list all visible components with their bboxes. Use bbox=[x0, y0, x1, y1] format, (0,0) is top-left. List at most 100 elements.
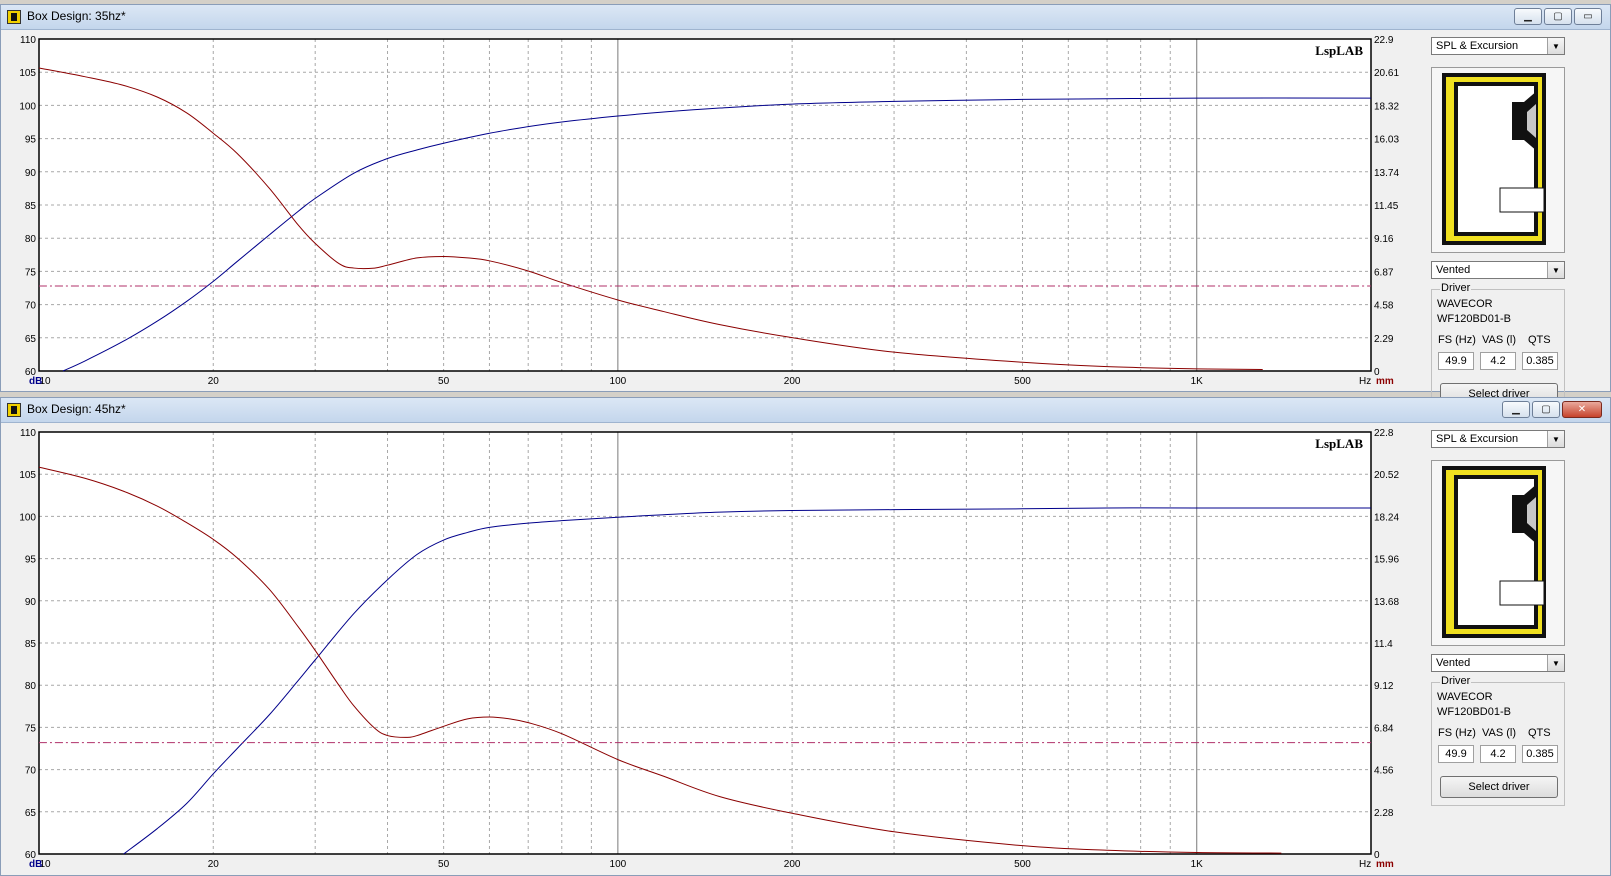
qts-header: QTS bbox=[1528, 727, 1551, 739]
y-left-tick-label: 90 bbox=[25, 597, 37, 608]
enclosure-type-value: Vented bbox=[1436, 264, 1471, 276]
minimize-button[interactable]: ▁ bbox=[1514, 8, 1542, 25]
y-right-tick-label: 2.28 bbox=[1374, 808, 1394, 819]
window-title: Box Design: 45hz* bbox=[27, 402, 126, 416]
fs-value: 49.9 bbox=[1438, 745, 1474, 763]
x-tick-label: 50 bbox=[438, 376, 450, 387]
qts-value: 0.385 bbox=[1522, 352, 1558, 370]
y-left-tick-label: 95 bbox=[25, 555, 37, 566]
x-tick-label: 500 bbox=[1014, 859, 1031, 870]
enclosure-type-value: Vented bbox=[1436, 657, 1471, 669]
vas-value: 4.2 bbox=[1480, 352, 1516, 370]
y-right-tick-label: 20.61 bbox=[1374, 68, 1399, 79]
chevron-down-icon[interactable]: ▼ bbox=[1547, 38, 1564, 54]
right-axis-unit-label: mm bbox=[1376, 376, 1394, 387]
x-tick-label: 200 bbox=[784, 859, 801, 870]
y-left-tick-label: 100 bbox=[19, 101, 36, 112]
x-tick-label: 20 bbox=[208, 376, 220, 387]
driver-group-label: Driver bbox=[1440, 282, 1472, 294]
y-left-tick-label: 110 bbox=[20, 428, 36, 439]
vas-header: VAS (l) bbox=[1482, 334, 1517, 346]
y-right-tick-label: 4.58 bbox=[1374, 301, 1394, 312]
maximize-button[interactable]: ▢ bbox=[1544, 8, 1572, 25]
box-design-window-2: Box Design: 45hz* ▁ ▢ ✕ 110 105 100 95 90 85 8… bbox=[0, 397, 1611, 876]
response-chart[interactable]: 110 105 100 95 90 85 80 75 70 65 60 22.8 20.52 18.24 1… bbox=[6, 422, 1421, 874]
response-type-select[interactable]: SPL & Excursion ▼ bbox=[1431, 430, 1565, 448]
x-tick-label: 20 bbox=[208, 859, 220, 870]
vas-value: 4.2 bbox=[1480, 745, 1516, 763]
y-right-tick-label: 13.68 bbox=[1374, 597, 1399, 608]
y-right-tick-label: 9.16 bbox=[1374, 234, 1394, 245]
window-title: Box Design: 35hz* bbox=[27, 9, 126, 23]
y-right-tick-label: 18.32 bbox=[1374, 101, 1399, 112]
y-right-tick-label: 6.84 bbox=[1374, 723, 1394, 734]
enclosure-type-select[interactable]: Vented ▼ bbox=[1431, 654, 1565, 672]
response-type-value: SPL & Excursion bbox=[1436, 433, 1519, 445]
y-left-tick-label: 90 bbox=[25, 168, 37, 179]
enclosure-diagram bbox=[1431, 67, 1565, 253]
y-right-tick-label: 20.52 bbox=[1374, 470, 1399, 481]
y-left-tick-label: 85 bbox=[25, 201, 37, 212]
y-right-tick-label: 22.9 bbox=[1374, 35, 1394, 46]
y-right-tick-label: 11.4 bbox=[1374, 639, 1393, 650]
y-left-tick-label: 70 bbox=[25, 766, 37, 777]
x-tick-label: 1K bbox=[1191, 859, 1204, 870]
y-left-tick-label: 75 bbox=[25, 723, 37, 734]
watermark-logo: LspLAB bbox=[1315, 436, 1363, 451]
qts-header: QTS bbox=[1528, 334, 1551, 346]
fs-header: FS (Hz) bbox=[1438, 334, 1476, 346]
y-left-tick-label: 85 bbox=[25, 639, 37, 650]
response-chart[interactable]: 110 105 100 95 90 85 80 75 70 65 60 22.9 20.61 18.32 1… bbox=[6, 29, 1421, 391]
y-right-tick-label: 9.12 bbox=[1374, 681, 1394, 692]
driver-group: Driver WAVECOR WF120BD01-B FS (Hz) VAS (… bbox=[1431, 282, 1565, 413]
title-bar[interactable]: Box Design: 35hz* ▁ ▢ ▭ bbox=[1, 5, 1610, 30]
driver-make: WAVECOR bbox=[1437, 298, 1493, 310]
y-right-tick-label: 4.56 bbox=[1374, 766, 1394, 777]
y-right-tick-label: 11.45 bbox=[1374, 201, 1399, 212]
response-type-select[interactable]: SPL & Excursion ▼ bbox=[1431, 37, 1565, 55]
maximize-button[interactable]: ▢ bbox=[1532, 401, 1560, 418]
y-right-tick-label: 15.96 bbox=[1374, 555, 1399, 566]
y-left-tick-label: 80 bbox=[25, 234, 37, 245]
x-tick-label: 1K bbox=[1191, 376, 1204, 387]
y-left-tick-label: 65 bbox=[25, 334, 37, 345]
y-left-tick-label: 110 bbox=[20, 35, 36, 46]
y-right-tick-label: 6.87 bbox=[1374, 267, 1394, 278]
y-left-tick-label: 95 bbox=[25, 135, 37, 146]
enclosure-type-select[interactable]: Vented ▼ bbox=[1431, 261, 1565, 279]
y-left-tick-label: 75 bbox=[25, 267, 37, 278]
close-button[interactable]: ✕ bbox=[1562, 401, 1602, 418]
vented-box-icon bbox=[1442, 466, 1546, 638]
speaker-app-icon bbox=[7, 10, 21, 24]
fs-value: 49.9 bbox=[1438, 352, 1474, 370]
chevron-down-icon[interactable]: ▼ bbox=[1547, 655, 1564, 671]
title-bar[interactable]: Box Design: 45hz* ▁ ▢ ✕ bbox=[1, 398, 1610, 423]
select-driver-button[interactable]: Select driver bbox=[1440, 776, 1558, 798]
qts-value: 0.385 bbox=[1522, 745, 1558, 763]
x-tick-label: 200 bbox=[784, 376, 801, 387]
driver-make: WAVECOR bbox=[1437, 691, 1493, 703]
driver-group: Driver WAVECOR WF120BD01-B FS (Hz) VAS (… bbox=[1431, 675, 1565, 806]
y-left-tick-label: 65 bbox=[25, 808, 37, 819]
enclosure-diagram bbox=[1431, 460, 1565, 646]
driver-model: WF120BD01-B bbox=[1437, 313, 1511, 325]
driver-model: WF120BD01-B bbox=[1437, 706, 1511, 718]
left-axis-unit-label: dB bbox=[29, 859, 42, 870]
y-left-tick-label: 105 bbox=[19, 68, 36, 79]
chevron-down-icon[interactable]: ▼ bbox=[1547, 262, 1564, 278]
chevron-down-icon[interactable]: ▼ bbox=[1547, 431, 1564, 447]
x-tick-label: 500 bbox=[1014, 376, 1031, 387]
y-right-tick-label: 2.29 bbox=[1374, 334, 1394, 345]
minimize-button[interactable]: ▁ bbox=[1502, 401, 1530, 418]
restore-button[interactable]: ▭ bbox=[1574, 8, 1602, 25]
vas-header: VAS (l) bbox=[1482, 727, 1517, 739]
x-axis-unit-label: Hz bbox=[1359, 859, 1371, 870]
spl-excursion-plot: 110105100959085807570656022.820.5218.241… bbox=[19, 428, 1399, 870]
y-right-tick-label: 16.03 bbox=[1374, 135, 1399, 146]
speaker-app-icon bbox=[7, 403, 21, 417]
y-right-tick-label: 22.8 bbox=[1374, 428, 1394, 439]
driver-group-label: Driver bbox=[1440, 675, 1472, 687]
y-right-tick-label: 13.74 bbox=[1374, 168, 1399, 179]
response-type-value: SPL & Excursion bbox=[1436, 40, 1519, 52]
y-left-tick-label: 100 bbox=[19, 512, 36, 523]
